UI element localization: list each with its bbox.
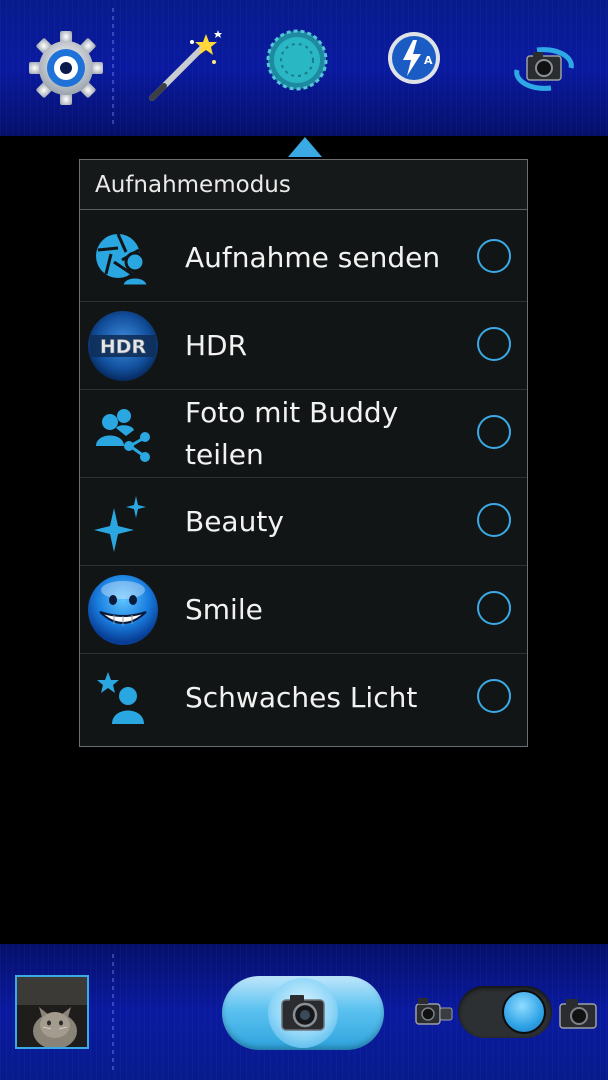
radio-button[interactable] <box>477 591 511 625</box>
switch-camera-icon[interactable] <box>511 44 577 94</box>
svg-text:A: A <box>424 54 433 67</box>
toolbar-divider <box>112 8 114 126</box>
list-item-label: Aufnahme senden <box>185 241 441 274</box>
sparkle-icon <box>86 486 160 558</box>
gallery-thumbnail[interactable] <box>15 975 89 1049</box>
camera-shutter-icon <box>281 995 325 1031</box>
list-item-aufnahme-senden[interactable]: Aufnahme senden <box>80 214 527 302</box>
video-camera-icon[interactable] <box>414 996 454 1030</box>
hdr-icon: HDR <box>86 310 160 382</box>
radio-button[interactable] <box>477 327 511 361</box>
buddy-share-icon <box>86 398 160 470</box>
radio-button[interactable] <box>477 503 511 537</box>
shutter-knob <box>268 978 338 1048</box>
radio-button[interactable] <box>477 415 511 449</box>
flash-auto-icon[interactable]: A <box>386 30 442 86</box>
svg-text:HDR: HDR <box>100 336 147 358</box>
photo-video-toggle[interactable] <box>458 986 552 1038</box>
shutter-share-icon <box>86 222 160 294</box>
radio-button[interactable] <box>477 239 511 273</box>
top-toolbar: A <box>0 0 608 136</box>
smiley-icon <box>86 574 160 646</box>
list-item-label: Schwaches Licht <box>185 681 418 714</box>
magic-wand-icon[interactable] <box>144 28 224 104</box>
shutter-button[interactable] <box>222 976 384 1050</box>
settings-gear-icon[interactable] <box>28 30 104 106</box>
toolbar-divider <box>112 954 114 1070</box>
radio-button[interactable] <box>477 679 511 713</box>
list-item-label: Beauty <box>185 505 284 538</box>
list-item-hdr[interactable]: HDR HDR <box>80 302 527 390</box>
list-item-beauty[interactable]: Beauty <box>80 478 527 566</box>
list-item-smile[interactable]: Smile <box>80 566 527 654</box>
photo-camera-icon[interactable] <box>558 996 598 1030</box>
popup-title: Aufnahmemodus <box>80 160 527 210</box>
shooting-mode-popup: Aufnahmemodus Aufnahme senden HDR HDR Fo… <box>79 159 528 747</box>
popup-pointer <box>288 137 322 157</box>
toggle-knob[interactable] <box>502 990 546 1034</box>
list-item-label: Foto mit Buddy teilen <box>185 396 399 471</box>
list-item-label: HDR <box>185 329 248 362</box>
low-light-icon <box>86 662 160 734</box>
mode-list: Aufnahme senden HDR HDR Foto mit Buddy t… <box>80 214 527 742</box>
list-item-foto-mit-buddy-teilen[interactable]: Foto mit Buddy teilen <box>80 390 527 478</box>
cat-photo-icon <box>17 977 87 1047</box>
list-item-schwaches-licht[interactable]: Schwaches Licht <box>80 654 527 742</box>
scene-mode-dial-icon[interactable] <box>266 29 328 91</box>
list-item-label: Smile <box>185 593 263 626</box>
bottom-toolbar <box>0 944 608 1080</box>
